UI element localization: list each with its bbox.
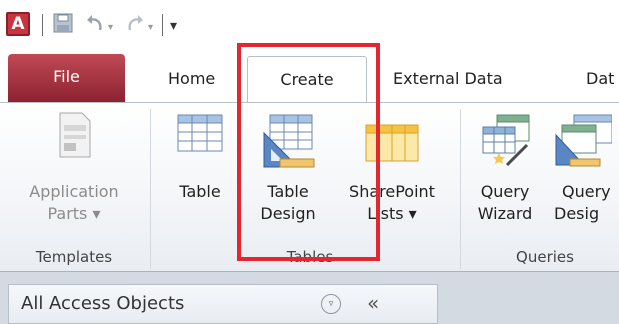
group-label-tables: Tables [286,248,334,266]
query-wizard-label-2: Wizard [477,204,533,223]
tab-database-tools[interactable]: Dat [586,56,614,102]
application-parts-icon [59,112,91,158]
table-design-icon [263,114,315,168]
query-design-label: Query [562,182,611,201]
customize-qat-icon[interactable]: ▾ [170,18,177,34]
ribbon-tabs: File Home Create External Data Dat [0,46,619,102]
chevron-down-icon[interactable]: ▿ [321,294,341,314]
group-label-templates: Templates [35,248,113,266]
tab-home[interactable]: Home [168,56,215,102]
table-label: Table [179,182,221,201]
undo-dropdown-icon[interactable]: ▾ [108,22,113,33]
group-label-queries: Queries [516,248,574,266]
collapse-pane-icon[interactable]: « [367,291,379,315]
navigation-pane-header[interactable]: All Access Objects ▿ « [8,284,438,324]
query-design-label-2: Desig [554,204,600,223]
table-button[interactable]: Table [165,111,235,203]
application-parts-label: Application [29,182,119,201]
undo-icon[interactable] [84,12,106,34]
access-logo-icon[interactable]: A [6,12,30,36]
sharepoint-lists-button[interactable]: SharePoint Lists ▾ [333,111,451,225]
query-design-button[interactable]: Query Desig [552,111,619,225]
save-icon[interactable] [52,12,74,34]
table-design-button[interactable]: Table Design [250,111,326,225]
table-icon [177,114,223,152]
table-design-label-2: Design [260,204,316,223]
tab-create[interactable]: Create [247,56,367,102]
sharepoint-lists-label: SharePoint [349,182,435,201]
redo-dropdown-icon[interactable]: ▾ [148,22,153,33]
query-wizard-icon [482,114,530,167]
quick-access-toolbar: A ▾ ▾ ▾ [0,0,619,46]
group-separator [150,109,151,269]
application-parts-label-2: Parts ▾ [47,204,101,223]
query-wizard-button[interactable]: Query Wizard [470,111,540,225]
navigation-pane-title: All Access Objects [21,293,185,314]
table-design-label: Table [267,182,309,201]
redo-icon[interactable] [124,12,146,34]
query-wizard-label: Query [480,182,530,201]
navigation-pane: All Access Objects ▿ « [0,272,619,324]
sharepoint-lists-label-2: Lists ▾ [367,204,417,223]
ribbon-panel: Application Parts ▾ Templates Table Tabl… [0,102,619,272]
tab-file[interactable]: File [8,54,125,102]
query-design-icon [555,114,612,167]
sharepoint-lists-icon [365,124,419,162]
application-parts-button[interactable]: Application Parts ▾ [14,111,134,225]
tab-external-data[interactable]: External Data [393,56,503,102]
qat-separator [162,14,163,36]
qat-separator [42,14,43,36]
group-separator [460,109,461,269]
